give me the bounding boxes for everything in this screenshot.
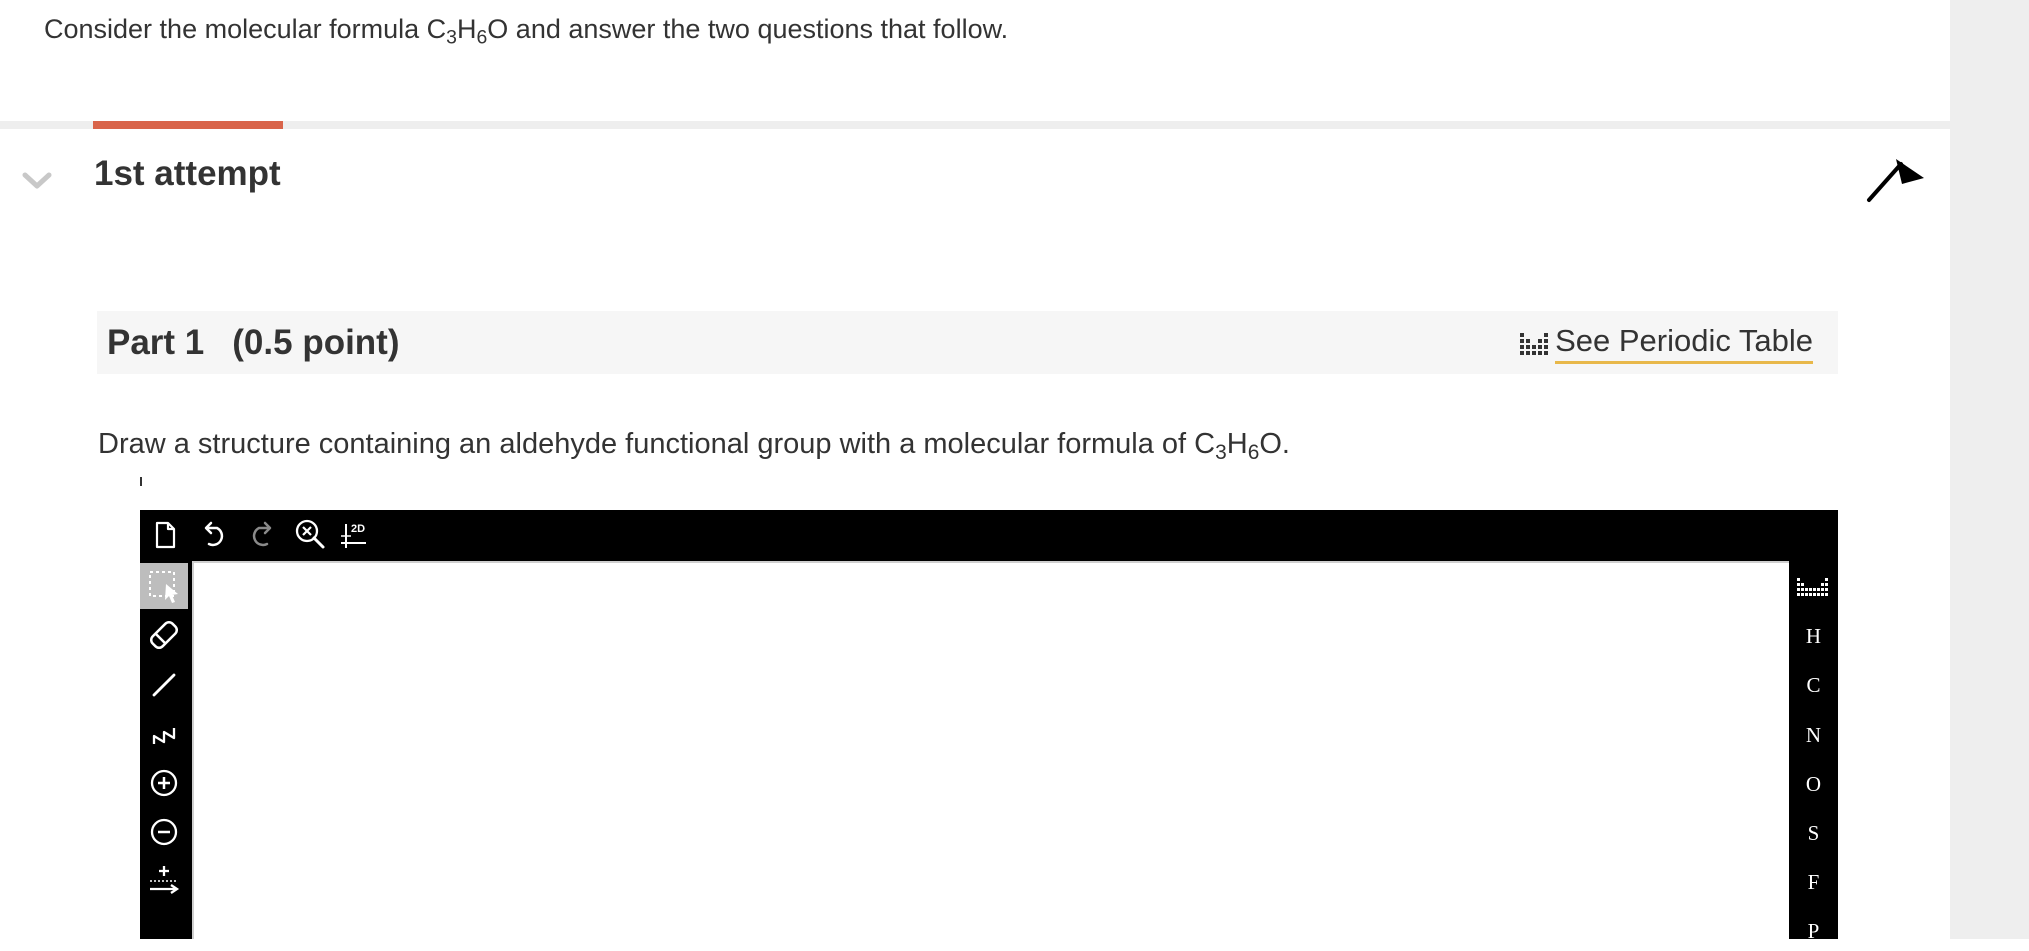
eraser-tool[interactable]	[140, 612, 188, 658]
svg-text:2D: 2D	[351, 523, 365, 535]
eraser-icon	[149, 620, 179, 650]
flag-icon[interactable]	[1866, 154, 1926, 204]
attempt-title: 1st attempt	[94, 154, 281, 193]
element-button-p[interactable]: P	[1789, 911, 1838, 951]
reaction-arrow-icon	[150, 866, 180, 894]
selection-icon	[149, 571, 178, 603]
chain-tool[interactable]	[140, 711, 188, 757]
element-button-f[interactable]: F	[1789, 862, 1838, 902]
zoom-clear-icon[interactable]	[291, 516, 329, 554]
reaction-arrow-tool[interactable]	[140, 858, 188, 904]
part-points: (0.5 point)	[232, 323, 400, 362]
positive-charge-tool[interactable]	[140, 760, 188, 806]
negative-charge-icon	[150, 818, 178, 846]
undo-icon[interactable]	[195, 516, 233, 554]
attempt-progress-track	[0, 121, 1950, 129]
editor-top-toolbar: 2D	[140, 510, 1838, 561]
attempt-progress-fill	[93, 121, 283, 129]
redo-icon[interactable]	[243, 516, 281, 554]
element-button-s[interactable]: S	[1789, 813, 1838, 853]
part-header: Part 1 (0.5 point) See Periodic Table	[97, 311, 1838, 374]
element-button-c[interactable]: C	[1789, 665, 1838, 705]
2d-clean-icon[interactable]: 2D	[338, 516, 376, 554]
element-button-h[interactable]: H	[1789, 616, 1838, 656]
periodic-table-label: See Periodic Table	[1555, 323, 1813, 364]
positive-charge-icon	[150, 769, 178, 797]
selection-tool[interactable]	[140, 563, 188, 609]
question-text: Draw a structure containing an aldehyde …	[98, 428, 1290, 464]
chain-icon	[152, 728, 176, 744]
element-button-n[interactable]: N	[1789, 715, 1838, 755]
editor-left-toolbar	[140, 561, 190, 939]
periodic-table-picker-icon[interactable]	[1795, 575, 1833, 603]
single-bond-icon	[152, 673, 176, 697]
single-bond-tool[interactable]	[140, 662, 188, 708]
negative-charge-tool[interactable]	[140, 809, 188, 855]
intro-text: Consider the molecular formula C3H6O and…	[44, 14, 1009, 49]
periodic-table-link[interactable]: See Periodic Table	[1519, 323, 1813, 364]
new-document-icon[interactable]	[146, 516, 184, 554]
drawing-canvas[interactable]	[192, 561, 1789, 939]
molecule-editor: 2D H C N O S F P	[140, 510, 1838, 943]
element-button-o[interactable]: O	[1789, 764, 1838, 804]
editor-element-toolbar: H C N O S F P	[1789, 561, 1838, 943]
page-gutter	[1950, 0, 2029, 939]
part-title: Part 1 (0.5 point)	[107, 323, 400, 362]
collapse-chevron-icon[interactable]	[22, 168, 52, 192]
editor-marker	[140, 477, 142, 486]
periodic-table-icon	[1520, 332, 1549, 355]
